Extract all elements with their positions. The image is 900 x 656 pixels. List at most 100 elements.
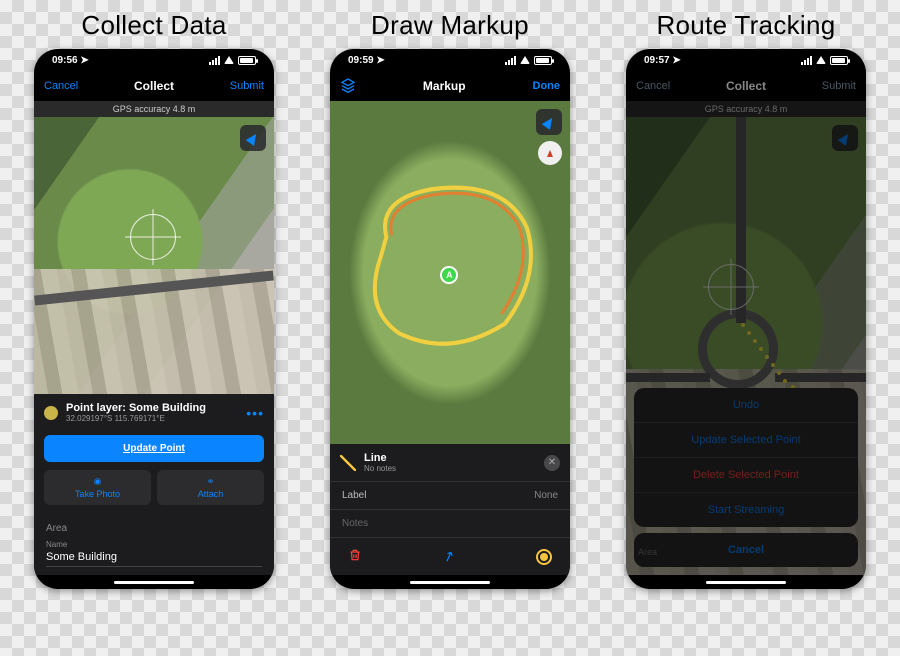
collect-panel: Point layer: Some Building 32.029197°S 1… — [34, 394, 274, 575]
nav-title: Collect — [726, 79, 766, 93]
battery-icon — [830, 56, 848, 65]
cancel-button[interactable]: Cancel — [44, 80, 78, 92]
location-icon: ➤ — [672, 55, 680, 66]
action-sheet: Undo Update Selected Point Delete Select… — [626, 117, 866, 575]
status-right — [801, 56, 848, 65]
markup-sub: No notes — [364, 464, 536, 473]
nav-title: Collect — [134, 79, 174, 93]
action-group: Undo Update Selected Point Delete Select… — [634, 388, 858, 527]
name-field-input[interactable]: Some Building — [46, 551, 262, 567]
map-road — [736, 117, 746, 323]
status-time: 09:56 ➤ — [52, 55, 89, 66]
map-road — [775, 373, 866, 382]
layer-coords: 32.029197°S 115.769171°E — [66, 414, 238, 423]
status-bar: 09:57 ➤ — [626, 49, 866, 71]
locate-button[interactable] — [240, 125, 266, 151]
cancel-button[interactable]: Cancel — [636, 80, 670, 92]
camera-icon: ◉ — [94, 476, 102, 487]
wifi-icon — [224, 56, 234, 64]
signal-icon — [209, 56, 220, 65]
crosshair-icon — [130, 214, 176, 260]
update-point-button[interactable]: Update Point — [44, 435, 264, 462]
home-indicator[interactable] — [34, 575, 274, 589]
location-icon: ➤ — [80, 55, 88, 66]
share-button[interactable]: ↗ — [441, 547, 458, 567]
phone-collect: 09:56 ➤ Cancel Collect Submit GPS accura… — [34, 49, 274, 589]
attach-button[interactable]: ⚭ Attach — [157, 470, 264, 505]
locate-button[interactable] — [536, 109, 562, 135]
navbar: Markup Done — [330, 71, 570, 101]
locate-arrow-icon — [246, 131, 261, 146]
undo-button[interactable]: Undo — [634, 388, 858, 423]
action-cancel-button[interactable]: Cancel — [634, 533, 858, 567]
delete-point-button[interactable]: Delete Selected Point — [634, 458, 858, 493]
submit-button[interactable]: Submit — [230, 80, 264, 92]
start-streaming-button[interactable]: Start Streaming — [634, 493, 858, 527]
layers-icon — [340, 77, 356, 93]
name-field-label: Name — [46, 540, 262, 549]
home-indicator[interactable] — [330, 575, 570, 589]
markup-toolbar: ↗ — [330, 537, 570, 575]
locate-arrow-icon — [838, 131, 853, 146]
nav-title: Markup — [423, 79, 466, 93]
take-photo-button[interactable]: ◉ Take Photo — [44, 470, 151, 505]
done-button[interactable]: Done — [533, 80, 561, 92]
status-bar: 09:56 ➤ — [34, 49, 274, 71]
navbar: Cancel Collect Submit — [626, 71, 866, 101]
layer-title: Point layer: Some Building — [66, 402, 238, 414]
map-buildings — [626, 369, 866, 575]
trash-icon — [348, 548, 362, 562]
label-field-name: Label — [342, 490, 366, 501]
panel-header[interactable]: Point layer: Some Building 32.029197°S 1… — [34, 394, 274, 431]
phone-route: 09:57 ➤ Cancel Collect Submit GPS accura… — [626, 49, 866, 589]
map-road — [626, 373, 710, 382]
area-section-label: Area — [34, 513, 274, 538]
area-label-dim: Area — [638, 547, 657, 557]
delete-button[interactable] — [348, 548, 362, 565]
status-right — [209, 56, 256, 65]
map-view[interactable]: A — [330, 101, 570, 444]
label-field-row[interactable]: Label None — [330, 481, 570, 509]
close-button[interactable]: ✕ — [544, 455, 560, 471]
signal-icon — [801, 56, 812, 65]
map-view: Undo Update Selected Point Delete Select… — [626, 117, 866, 575]
signal-icon — [505, 56, 516, 65]
battery-icon — [238, 56, 256, 65]
location-icon: ➤ — [376, 55, 384, 66]
crosshair-icon — [708, 264, 754, 310]
navbar: Cancel Collect Submit — [34, 71, 274, 101]
wifi-icon — [816, 56, 826, 64]
wifi-icon — [520, 56, 530, 64]
status-bar: 09:59 ➤ — [330, 49, 570, 71]
locate-button[interactable] — [832, 125, 858, 151]
column-title-markup: Draw Markup — [371, 10, 529, 41]
record-button[interactable] — [536, 549, 552, 565]
route-track — [741, 323, 811, 393]
line-icon — [340, 455, 356, 471]
more-button[interactable]: ••• — [246, 405, 264, 421]
gps-accuracy: GPS accuracy 4.8 m — [34, 101, 274, 117]
markup-panel: Line No notes ✕ Label None Notes ↗ — [330, 444, 570, 575]
status-time: 09:57 ➤ — [644, 55, 681, 66]
notes-field[interactable]: Notes — [330, 509, 570, 537]
markup-type-title: Line — [364, 452, 536, 464]
update-point-button[interactable]: Update Selected Point — [634, 423, 858, 458]
phone-markup: 09:59 ➤ Markup Done A — [330, 49, 570, 589]
battery-icon — [534, 56, 552, 65]
layers-button[interactable] — [340, 77, 356, 96]
status-right — [505, 56, 552, 65]
roundabout — [698, 309, 778, 389]
map-view[interactable] — [34, 117, 274, 394]
column-title-collect: Collect Data — [81, 10, 226, 41]
marker-a[interactable]: A — [440, 266, 458, 284]
status-time: 09:59 ➤ — [348, 55, 385, 66]
submit-button: Submit — [822, 80, 856, 92]
layer-color-icon — [44, 406, 58, 420]
compass-button[interactable] — [538, 141, 562, 165]
gps-accuracy: GPS accuracy 4.8 m — [626, 101, 866, 117]
panel-header[interactable]: Line No notes ✕ — [330, 444, 570, 481]
home-indicator[interactable] — [626, 575, 866, 589]
label-field-value: None — [534, 490, 558, 501]
column-title-route: Route Tracking — [656, 10, 835, 41]
locate-arrow-icon — [542, 115, 557, 130]
